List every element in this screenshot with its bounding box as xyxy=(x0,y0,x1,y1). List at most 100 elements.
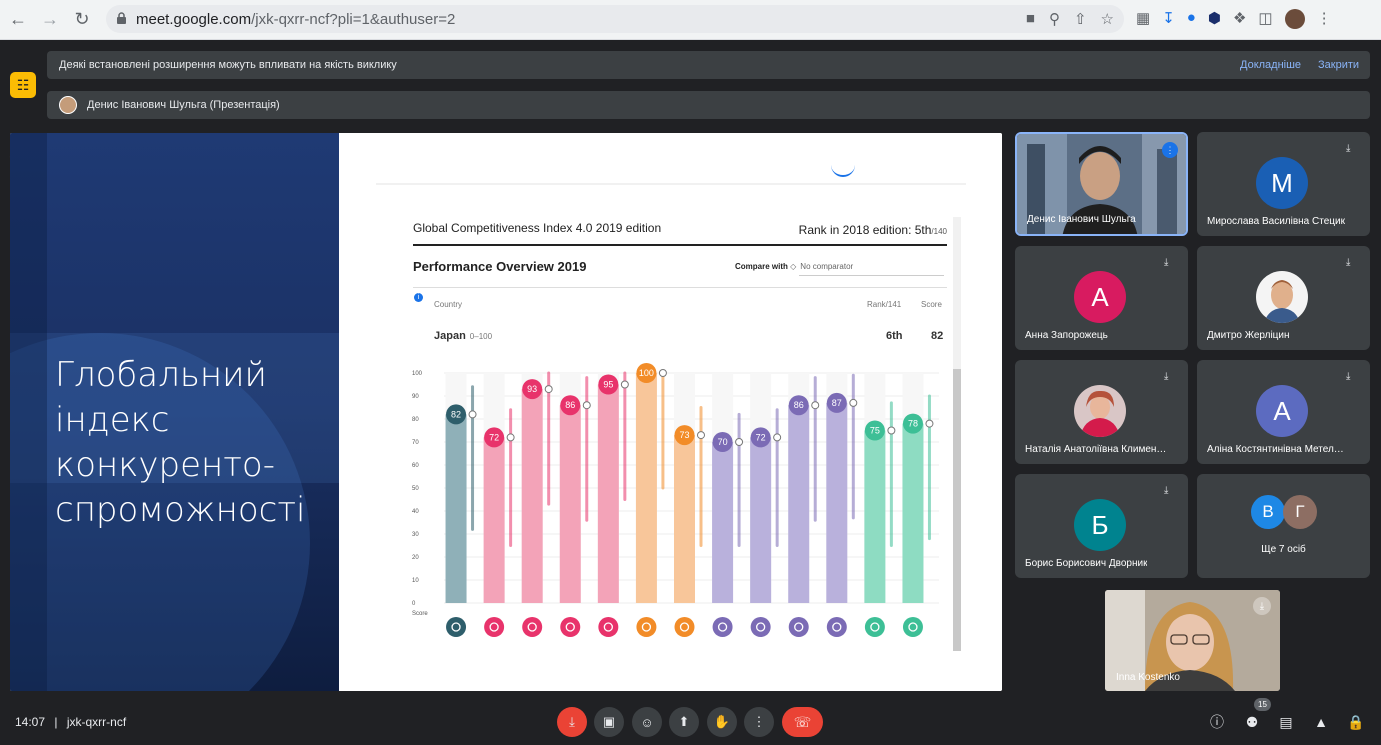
self-view[interactable]: ⤓ Inna Kostenko xyxy=(1105,590,1280,691)
pillar-icon xyxy=(902,617,923,637)
mic-toggle-button[interactable]: ⤓ xyxy=(557,707,587,737)
y-tick-label: 0 xyxy=(412,601,416,607)
raise-hand-button[interactable]: ✋ xyxy=(707,707,737,737)
data-label: 72 xyxy=(756,432,766,442)
menu-icon[interactable]: ⋮ xyxy=(1317,9,1332,29)
participant-tile[interactable]: ⤓ Дмитро Жерліцин xyxy=(1197,246,1370,350)
download-icon[interactable]: ↧ xyxy=(1162,9,1175,29)
camera-icon[interactable]: ■ xyxy=(1026,10,1035,28)
data-label: 93 xyxy=(527,384,537,394)
data-label: 100 xyxy=(639,368,654,378)
mic-off-icon: ⤓ xyxy=(1164,371,1169,382)
participant-tile[interactable]: ⤓ M Мирослава Василівна Стецик xyxy=(1197,132,1370,236)
pillar-icon xyxy=(788,617,809,637)
data-label: 87 xyxy=(832,398,842,408)
chat-icon[interactable]: ▤ xyxy=(1276,712,1296,732)
diamond-icon: ◇ xyxy=(790,262,797,271)
emoji-reactions-button[interactable]: ☺ xyxy=(632,707,662,737)
zoom-icon[interactable]: ⚲ xyxy=(1049,10,1060,28)
data-label: 78 xyxy=(908,419,918,429)
bookmark-star-icon[interactable]: ☆ xyxy=(1101,10,1114,28)
pillar-icon xyxy=(750,617,771,637)
extensions-warning-banner: Деякі встановлені розширення можуть впли… xyxy=(47,51,1370,79)
participant-name: Борис Борисович Дворник xyxy=(1025,558,1148,569)
avatar xyxy=(1074,385,1126,437)
mic-off-icon: ⤓ xyxy=(1346,257,1351,268)
chart-scrollbar[interactable] xyxy=(953,217,961,651)
more-participants-label: Ще 7 осіб xyxy=(1261,544,1306,555)
host-controls-icon[interactable]: 🔒 xyxy=(1346,712,1366,732)
loading-spinner-icon xyxy=(831,163,855,177)
more-options-button[interactable]: ⋮ xyxy=(744,707,774,737)
info-icon[interactable]: i xyxy=(414,293,423,302)
y-tick-label: 10 xyxy=(412,578,419,584)
median-marker xyxy=(811,401,820,410)
y-tick-label: 80 xyxy=(412,417,419,423)
header-country: Country xyxy=(434,300,463,309)
lock-icon xyxy=(116,12,128,26)
pillar-icon xyxy=(636,617,657,637)
meeting-info: 14:07 | jxk-qxrr-ncf xyxy=(15,715,127,729)
compare-select[interactable]: No comparator xyxy=(800,262,853,271)
bar xyxy=(902,423,924,603)
bar xyxy=(864,430,886,603)
participant-name: Наталія Анатоліївна Климен… xyxy=(1025,444,1167,455)
participant-tile[interactable]: ⋮ Денис Іванович Шульга xyxy=(1015,132,1188,236)
country-score: 82 xyxy=(931,330,944,342)
people-icon[interactable]: ⚉ xyxy=(1242,712,1262,732)
bar xyxy=(788,405,810,603)
forward-icon[interactable]: → xyxy=(36,6,64,34)
activities-icon[interactable]: ▲ xyxy=(1311,712,1331,732)
bar xyxy=(674,435,695,603)
share-icon[interactable]: ⇧ xyxy=(1074,10,1087,28)
leave-call-button[interactable]: ☏ xyxy=(782,707,823,737)
more-participants-tile[interactable]: В Г Ще 7 осіб xyxy=(1197,474,1370,578)
performance-title: Performance Overview 2019 xyxy=(413,259,587,274)
present-screen-button[interactable]: ⬆ xyxy=(669,707,699,737)
gci-rank-of: /140 xyxy=(931,227,947,236)
sidebar-icon[interactable]: ◫ xyxy=(1258,9,1272,29)
bar xyxy=(750,437,772,603)
mic-off-icon: ⤓ xyxy=(1346,371,1351,382)
bar xyxy=(483,437,505,603)
pillar-icon xyxy=(826,617,847,637)
url-host: meet.google.com xyxy=(136,10,252,28)
extension-icon[interactable]: ● xyxy=(1187,9,1196,29)
avatar: A xyxy=(1256,385,1308,437)
camera-toggle-button[interactable]: ▣ xyxy=(594,707,624,737)
puzzle-icon[interactable]: ❖ xyxy=(1233,9,1246,29)
warning-icon[interactable]: ☷ xyxy=(10,72,36,98)
country-name: Japan xyxy=(434,330,466,342)
extension-icon[interactable]: ⬢ xyxy=(1208,9,1221,29)
back-icon[interactable]: ← xyxy=(4,6,32,34)
clock: 14:07 xyxy=(15,715,46,729)
data-label: 73 xyxy=(679,430,689,440)
pillar-icon xyxy=(560,617,581,637)
meeting-code: jxk-qxrr-ncf xyxy=(66,715,127,729)
compare-label: Compare with xyxy=(735,262,788,271)
gci-rank: Rank in 2018 edition: 5th xyxy=(798,223,932,237)
bar xyxy=(635,373,657,603)
median-marker xyxy=(887,426,896,435)
participant-tile[interactable]: ⤓ A Аліна Костянтинівна Метел… xyxy=(1197,360,1370,464)
avatar: Г xyxy=(1283,495,1317,529)
participant-tile[interactable]: ⤓ Наталія Анатоліївна Климен… xyxy=(1015,360,1188,464)
profile-icon[interactable] xyxy=(1284,9,1305,29)
info-icon[interactable]: ⓘ xyxy=(1207,712,1227,732)
data-label: 82 xyxy=(451,409,461,419)
reload-icon[interactable]: ↻ xyxy=(68,6,96,34)
y-tick-label: 50 xyxy=(412,486,419,492)
participant-tile[interactable]: ⤓ A Анна Запорожець xyxy=(1015,246,1188,350)
learn-more-link[interactable]: Докладніше xyxy=(1240,59,1301,71)
extension-icon[interactable]: ▦ xyxy=(1136,9,1150,29)
participant-name: Дмитро Жерліцин xyxy=(1207,330,1290,341)
slide-title-panel: Глобальний індекс конкуренто-спроможност… xyxy=(10,133,339,691)
participant-name: Денис Іванович Шульга xyxy=(1027,214,1136,225)
y-tick-label: 30 xyxy=(412,532,419,538)
participant-tile[interactable]: ⤓ Б Борис Борисович Дворник xyxy=(1015,474,1188,578)
address-bar[interactable]: meet.google.com/jxk-qxrr-ncf?pli=1&authu… xyxy=(106,5,1124,33)
pillar-icon xyxy=(864,617,885,637)
close-link[interactable]: Закрити xyxy=(1318,59,1359,71)
data-label: 75 xyxy=(870,426,880,436)
mic-off-icon: ⤓ xyxy=(1346,143,1351,154)
